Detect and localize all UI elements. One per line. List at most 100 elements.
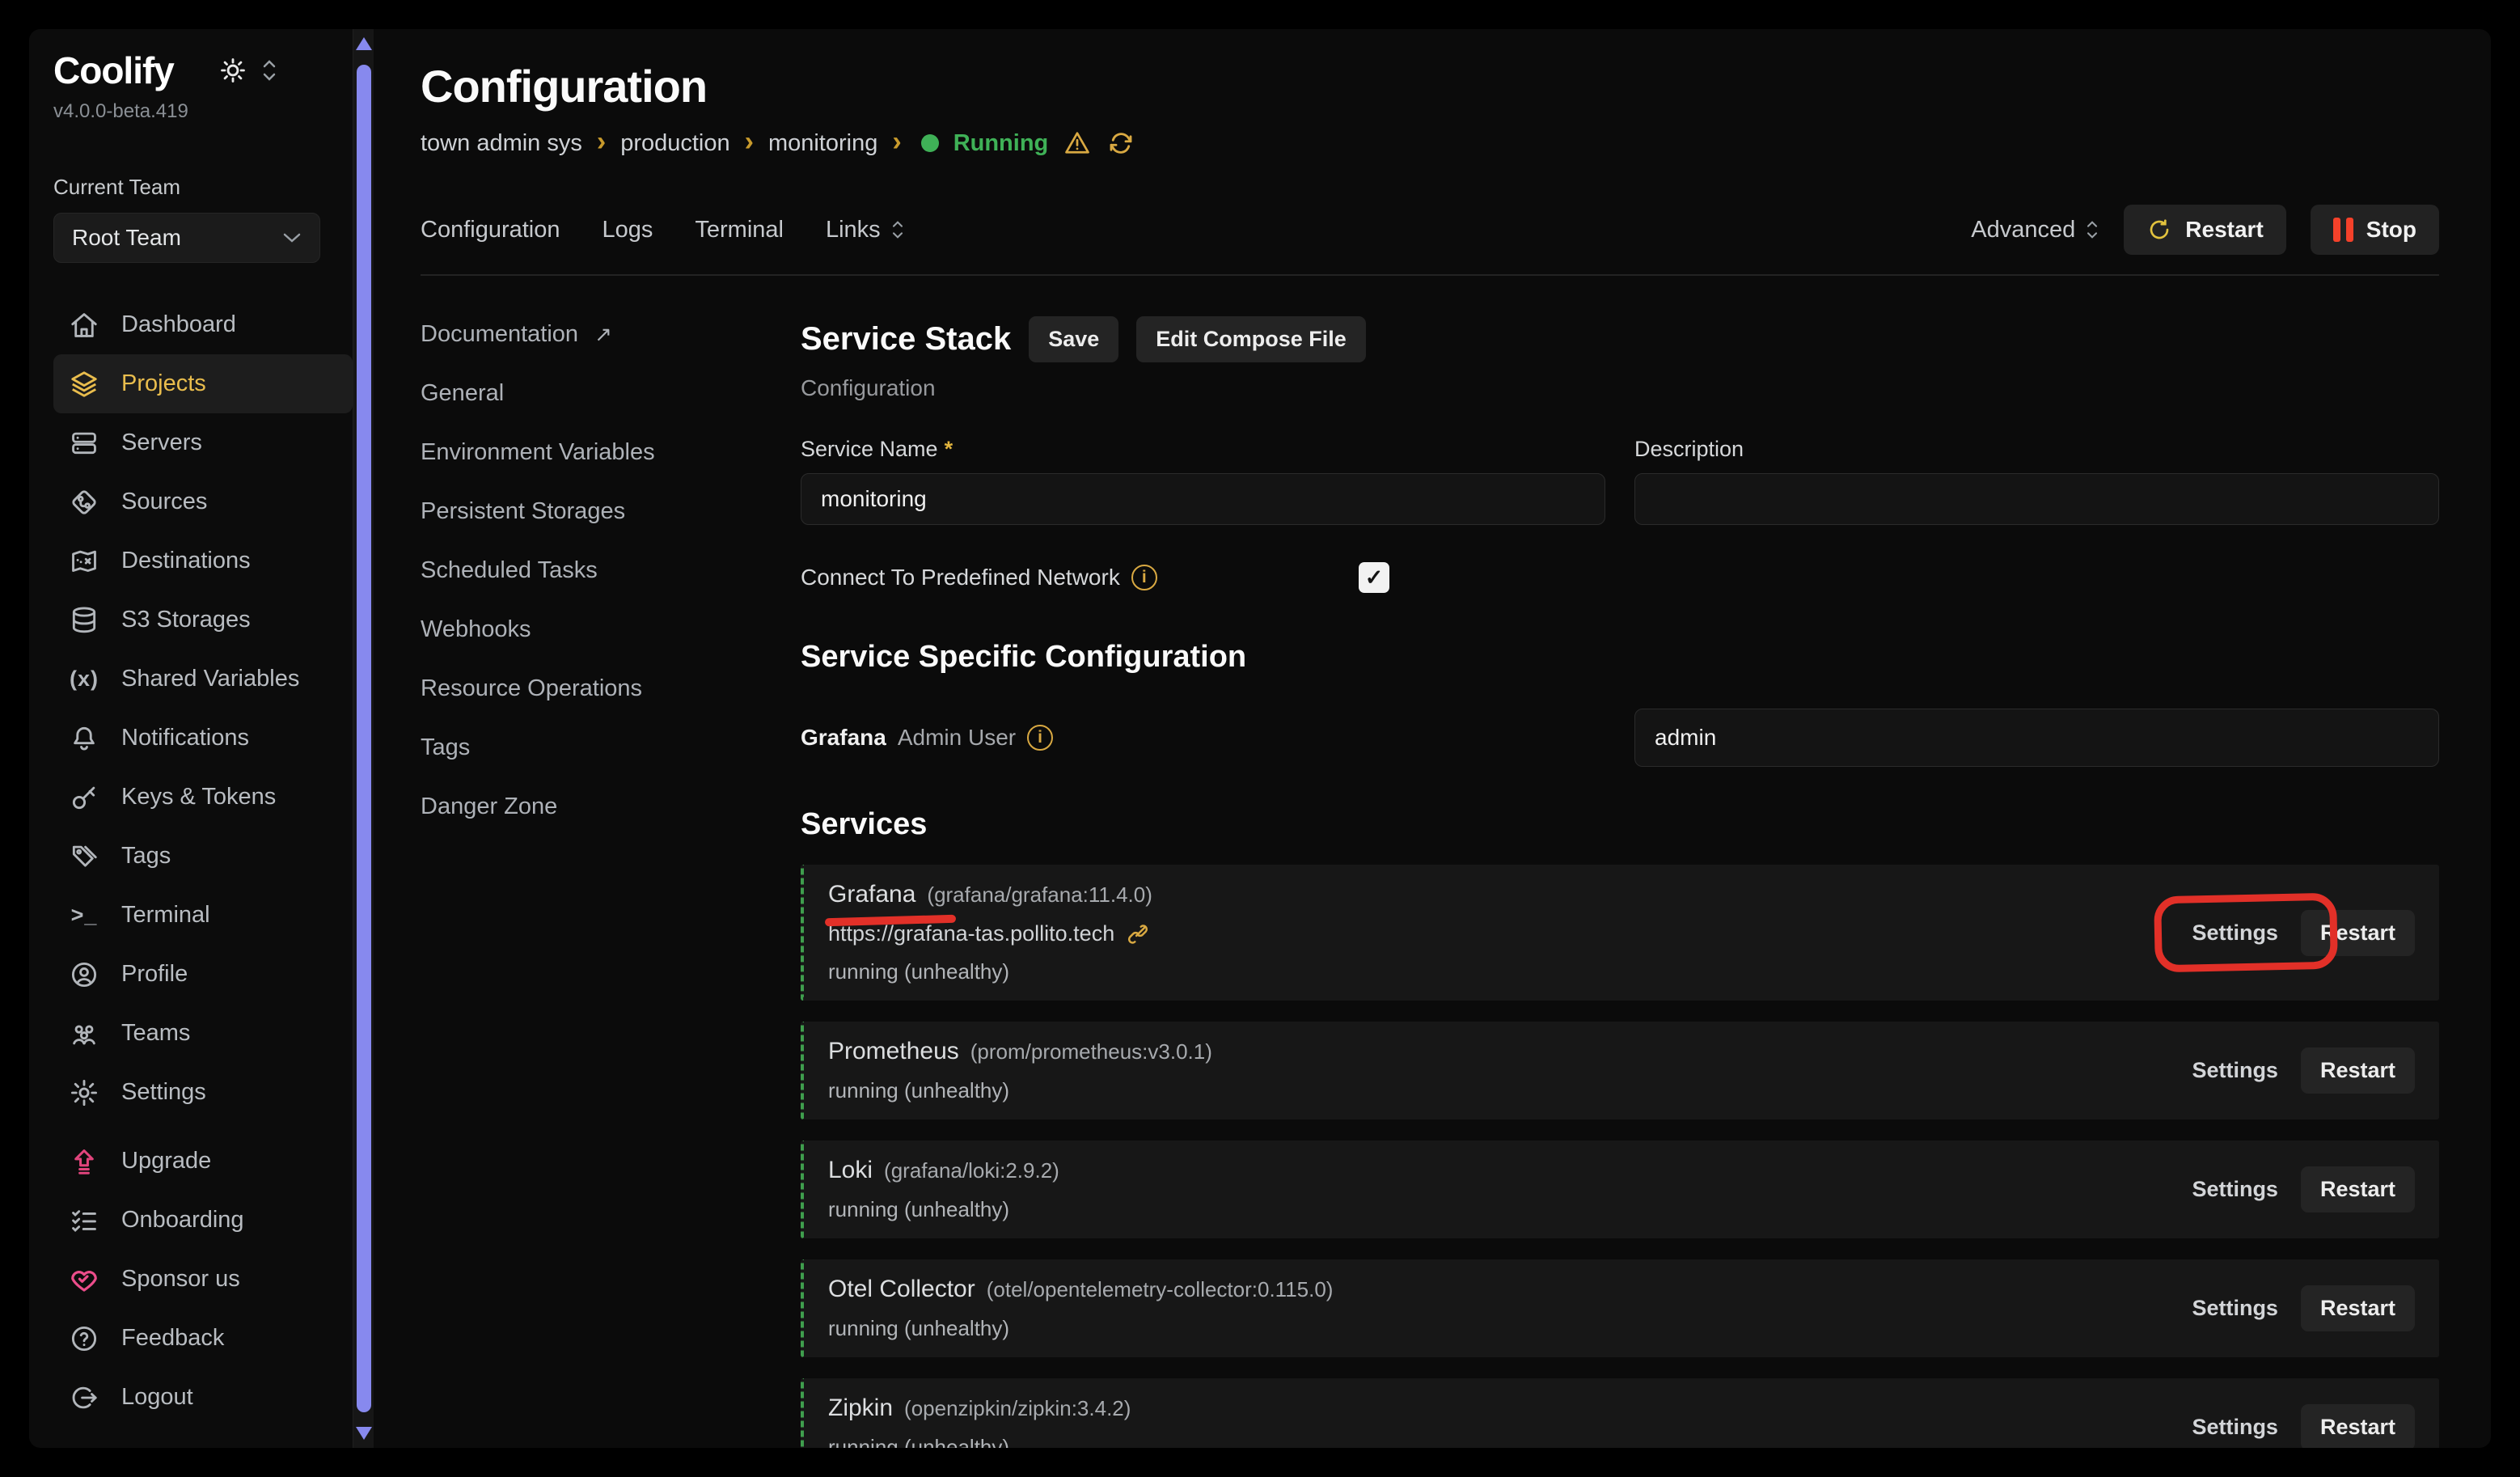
sidebar-item-s3-storages[interactable]: S3 Storages [53, 590, 353, 650]
sidebar-item-keys-tokens[interactable]: Keys & Tokens [53, 768, 353, 827]
service-settings-button[interactable]: Settings [2192, 1177, 2278, 1202]
sidebar-scrollbar[interactable] [353, 29, 374, 1448]
edit-compose-file-button[interactable]: Edit Compose File [1136, 316, 1366, 362]
chevron-updown-icon [261, 60, 277, 81]
subnav-resource-operations[interactable]: Resource Operations [421, 675, 801, 702]
save-button[interactable]: Save [1029, 316, 1118, 362]
service-restart-button[interactable]: Restart [2301, 1404, 2415, 1448]
service-card-prometheus: Prometheus (prom/prometheus:v3.0.1) runn… [801, 1022, 2439, 1119]
sidebar-item-shared-variables[interactable]: (x) Shared Variables [53, 650, 353, 709]
theme-toggle[interactable] [219, 57, 277, 84]
required-asterisk: * [945, 437, 953, 462]
service-restart-button[interactable]: Restart [2301, 1285, 2415, 1331]
tags-icon [68, 840, 100, 873]
sidebar-item-terminal[interactable]: >_ Terminal [53, 886, 353, 945]
scrollbar-down-arrow[interactable] [356, 1427, 372, 1440]
sidebar-item-servers[interactable]: Servers [53, 413, 353, 472]
key-icon [68, 781, 100, 814]
status-badge: Running [953, 130, 1049, 157]
breadcrumb-separator: › [745, 128, 754, 155]
info-icon[interactable]: i [1131, 565, 1157, 590]
advanced-menu[interactable]: Advanced [1971, 217, 2099, 243]
breadcrumb-resource[interactable]: monitoring [768, 130, 877, 157]
heart-icon [68, 1263, 100, 1296]
service-restart-button[interactable]: Restart [2301, 1166, 2415, 1212]
info-icon[interactable]: i [1027, 725, 1053, 751]
help-circle-icon [68, 1323, 100, 1355]
service-settings-button[interactable]: Settings [2192, 1058, 2278, 1083]
connect-network-label: Connect To Predefined Network i [801, 565, 1359, 590]
sidebar-item-sponsor-us[interactable]: Sponsor us [53, 1250, 353, 1309]
bell-icon [68, 722, 100, 755]
variable-icon: (x) [68, 663, 100, 696]
sidebar-item-notifications[interactable]: Notifications [53, 709, 353, 768]
team-selector-value: Root Team [72, 225, 181, 251]
sidebar-item-profile[interactable]: Profile [53, 945, 353, 1004]
description-input[interactable] [1634, 473, 2439, 525]
sidebar-item-sources[interactable]: Sources [53, 472, 353, 531]
service-status: running (unhealthy) [828, 1184, 2192, 1222]
subnav-environment-variables[interactable]: Environment Variables [421, 439, 801, 466]
sidebar-item-onboarding[interactable]: Onboarding [53, 1191, 353, 1250]
breadcrumb-environment[interactable]: production [620, 130, 729, 157]
service-status: running (unhealthy) [828, 1422, 2192, 1448]
sidebar-item-destinations[interactable]: Destinations [53, 531, 353, 590]
sidebar-item-tags[interactable]: Tags [53, 827, 353, 886]
service-restart-button[interactable]: Restart [2301, 1047, 2415, 1094]
sidebar-item-dashboard[interactable]: Dashboard [53, 295, 353, 354]
users-icon [68, 1018, 100, 1050]
subnav-webhooks[interactable]: Webhooks [421, 616, 801, 643]
subnav-general[interactable]: General [421, 380, 801, 407]
sidebar-nav: Dashboard Projects Servers Sources Desti… [53, 295, 353, 1427]
scrollbar-thumb[interactable] [357, 65, 371, 1412]
service-settings-button[interactable]: Settings [2192, 1296, 2278, 1321]
sidebar-item-teams[interactable]: Teams [53, 1004, 353, 1063]
subnav-persistent-storages[interactable]: Persistent Storages [421, 498, 801, 525]
service-url[interactable]: https://grafana-tas.pollito.tech [828, 921, 2192, 946]
team-selector[interactable]: Root Team [53, 213, 320, 263]
grafana-admin-user-input[interactable] [1634, 709, 2439, 767]
current-team-label: Current Team [53, 175, 353, 200]
sidebar-item-upgrade[interactable]: Upgrade [53, 1132, 353, 1191]
git-icon [68, 486, 100, 518]
scrollbar-up-arrow[interactable] [356, 37, 372, 50]
subnav-tags[interactable]: Tags [421, 734, 801, 761]
refresh-icon[interactable] [1106, 129, 1135, 158]
status-dot [921, 134, 939, 152]
tab-logs[interactable]: Logs [603, 217, 653, 243]
config-subnav: Documentation ↗ General Environment Vari… [421, 316, 801, 1448]
service-name-input[interactable] [801, 473, 1605, 525]
restart-icon [2146, 217, 2172, 243]
sidebar-item-logout[interactable]: Logout [53, 1368, 353, 1427]
tab-configuration[interactable]: Configuration [421, 217, 560, 243]
service-settings-button[interactable]: Settings [2192, 1415, 2278, 1440]
restart-button[interactable]: Restart [2124, 205, 2285, 255]
service-status: running (unhealthy) [828, 1303, 2192, 1341]
tab-links[interactable]: Links [826, 217, 905, 243]
tab-terminal[interactable]: Terminal [695, 217, 784, 243]
service-image: (grafana/loki:2.9.2) [884, 1158, 1059, 1183]
service-name: Zipkin (openzipkin/zipkin:3.4.2) [828, 1394, 2192, 1422]
layers-icon [68, 368, 100, 400]
services-title: Services [801, 807, 2439, 842]
connect-network-checkbox[interactable]: ✓ [1359, 562, 1389, 593]
sidebar-item-projects[interactable]: Projects [53, 354, 353, 413]
app-version: v4.0.0-beta.419 [53, 100, 353, 123]
subnav-documentation[interactable]: Documentation ↗ [421, 321, 801, 348]
service-card-loki: Loki (grafana/loki:2.9.2) running (unhea… [801, 1141, 2439, 1238]
external-link-icon: ↗ [594, 322, 612, 347]
annotation-red-circle [2154, 893, 2338, 973]
subnav-danger-zone[interactable]: Danger Zone [421, 794, 801, 820]
service-specific-title: Service Specific Configuration [801, 640, 2439, 675]
chevron-down-icon [282, 232, 302, 243]
breadcrumb-separator: › [892, 128, 901, 155]
user-circle-icon [68, 959, 100, 991]
home-icon [68, 309, 100, 341]
edit-link-icon[interactable] [1126, 922, 1150, 946]
subnav-scheduled-tasks[interactable]: Scheduled Tasks [421, 557, 801, 584]
stop-button[interactable]: Stop [2311, 205, 2439, 255]
sidebar-item-feedback[interactable]: Feedback [53, 1309, 353, 1368]
sidebar-item-settings[interactable]: Settings [53, 1063, 353, 1122]
sidebar: Coolify v4.0.0-beta.419 Current Team Roo… [29, 29, 374, 1448]
breadcrumb-project[interactable]: town admin sys [421, 130, 582, 157]
